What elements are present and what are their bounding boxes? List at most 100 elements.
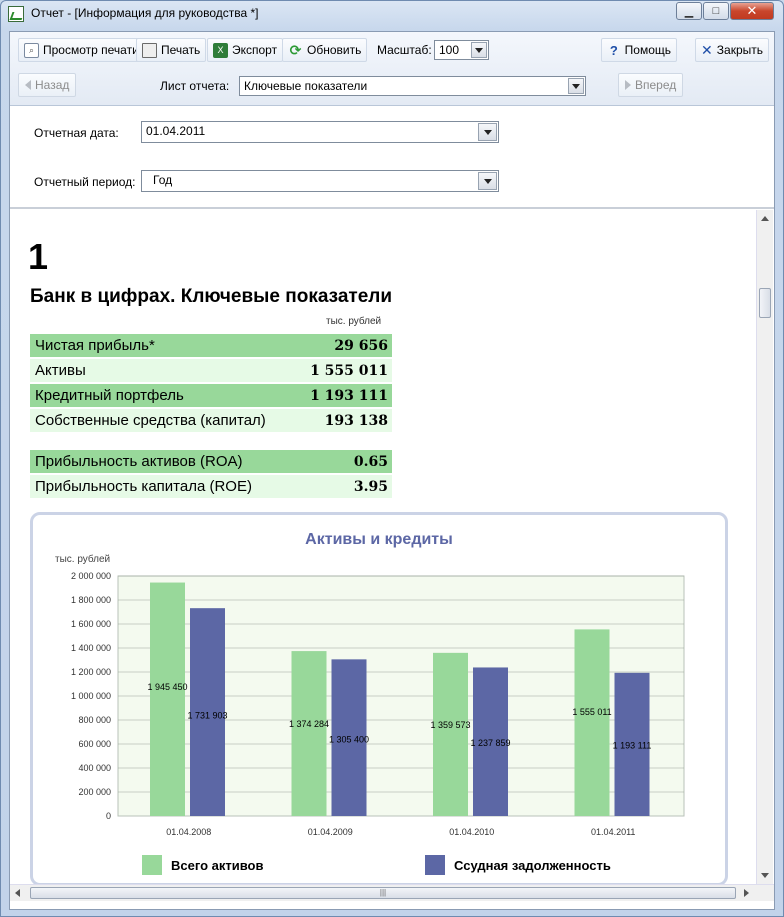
back-label: Назад xyxy=(35,78,70,92)
y-tick-label: 400 000 xyxy=(78,763,111,773)
kpi-value: 1 193 111 xyxy=(310,387,388,404)
bar xyxy=(433,652,468,816)
help-label: Помощь xyxy=(624,43,671,57)
chart-title: Активы и кредиты xyxy=(305,531,453,548)
kpi-label: Активы xyxy=(35,362,86,379)
refresh-icon: ⟳ xyxy=(289,41,302,58)
data-label: 1 193 111 xyxy=(613,741,652,751)
report-date-value: 01.04.2011 xyxy=(146,124,206,138)
kpi-label: Собственные средства (капитал) xyxy=(35,412,266,429)
parameters-panel: Отчетная дата: 01.04.2011 Отчетный перио… xyxy=(10,107,774,209)
sheet-select[interactable]: Ключевые показатели xyxy=(239,76,586,96)
chevron-down-icon[interactable] xyxy=(478,172,497,190)
close-report-button[interactable]: ✕ Закрыть xyxy=(695,38,769,62)
close-report-label: Закрыть xyxy=(716,43,763,57)
y-tick-label: 1 200 000 xyxy=(71,667,111,677)
client-area: ⌕ Просмотр печати Печать X Экспорт ⟳ Обн… xyxy=(9,31,775,910)
y-tick-label: 1 800 000 xyxy=(71,595,111,605)
horizontal-scroll-thumb[interactable]: ||| xyxy=(30,887,736,899)
y-tick-label: 0 xyxy=(106,811,111,821)
data-label: 1 374 284 xyxy=(289,719,329,729)
vertical-scroll-thumb[interactable] xyxy=(759,288,771,318)
back-button[interactable]: Назад xyxy=(18,73,77,97)
maximize-icon: □ xyxy=(712,5,720,17)
y-tick-label: 2 000 000 xyxy=(71,571,111,581)
vertical-scrollbar[interactable] xyxy=(756,210,773,884)
report-period-select[interactable]: Год xyxy=(141,170,499,192)
unit-label: тыс. рублей xyxy=(326,316,382,327)
data-label: 1 945 450 xyxy=(147,682,187,692)
scale-value: 100 xyxy=(439,43,460,57)
title-bar[interactable]: Отчет - [Информация для руководства *] ▁… xyxy=(1,1,783,27)
chart-panel: Активы и кредиты тыс. рублей 0 200 000 400 0… xyxy=(30,512,728,884)
kpi-row: Кредитный портфель 1 193 111 xyxy=(30,384,392,407)
y-tick-label: 1 000 000 xyxy=(71,691,111,701)
x-tick-label: 01.04.2009 xyxy=(308,827,353,837)
report-date-select[interactable]: 01.04.2011 xyxy=(141,121,499,143)
refresh-button[interactable]: ⟳ Обновить xyxy=(282,38,368,62)
y-tick-label: 200 000 xyxy=(78,787,111,797)
report-window: Отчет - [Информация для руководства *] ▁… xyxy=(0,0,784,917)
maximize-button[interactable]: □ xyxy=(703,2,729,20)
printer-icon xyxy=(142,42,157,58)
kpi-row: Активы 1 555 011 xyxy=(30,359,392,382)
refresh-label: Обновить xyxy=(307,43,362,57)
assets-loans-chart: Активы и кредиты тыс. рублей 0 200 000 400 0… xyxy=(55,531,685,875)
chevron-down-icon[interactable] xyxy=(478,123,497,141)
y-axis-label: тыс. рублей xyxy=(55,553,110,565)
data-label: 1 555 011 xyxy=(572,707,611,717)
chevron-down-icon[interactable] xyxy=(568,78,584,94)
data-label: 1 731 903 xyxy=(187,710,227,720)
ratio-label: Прибыльность капитала (ROE) xyxy=(35,478,252,495)
kpi-row: Чистая прибыль* 29 656 xyxy=(30,334,392,357)
print-label: Печать xyxy=(161,43,201,57)
bar xyxy=(291,651,327,816)
report-date-label: Отчетная дата: xyxy=(34,126,119,140)
sheet-value: Ключевые показатели xyxy=(244,79,368,93)
data-label: 1 237 859 xyxy=(470,738,510,748)
forward-label: Вперед xyxy=(635,78,677,92)
help-button[interactable]: ? Помощь xyxy=(601,38,677,62)
window-close-button[interactable]: ✕ xyxy=(730,2,774,20)
arrow-left-icon xyxy=(25,80,31,90)
ratio-value: 3.95 xyxy=(353,478,388,495)
export-icon: X xyxy=(213,42,228,58)
data-label: 1 305 400 xyxy=(329,734,369,744)
y-tick-label: 800 000 xyxy=(78,715,111,725)
kpi-row: Собственные средства (капитал) 193 138 xyxy=(30,409,392,432)
kpi-value: 29 656 xyxy=(334,337,388,354)
ratio-value: 0.65 xyxy=(353,453,388,470)
horizontal-scrollbar[interactable]: ||| xyxy=(10,884,774,901)
y-tick-label: 1 400 000 xyxy=(71,643,111,653)
report-period-label: Отчетный период: xyxy=(34,175,136,189)
kpi-value: 1 555 011 xyxy=(310,362,388,379)
y-tick-label: 600 000 xyxy=(78,739,111,749)
sheet-label: Лист отчета: xyxy=(160,79,230,93)
minimize-icon: ▁ xyxy=(684,5,694,18)
ratio-row: Прибыльность активов (ROA) 0.65 xyxy=(30,450,392,473)
scale-select[interactable]: 100 xyxy=(434,40,489,60)
forward-button[interactable]: Вперед xyxy=(618,73,684,97)
legend-label-assets: Всего активов xyxy=(171,858,264,873)
report-app-icon xyxy=(8,6,24,22)
scroll-down-icon[interactable] xyxy=(761,873,769,878)
scroll-up-icon[interactable] xyxy=(761,216,769,221)
scroll-left-icon[interactable] xyxy=(15,889,20,897)
window-title: Отчет - [Информация для руководства *] xyxy=(31,6,259,20)
export-button[interactable]: X Экспорт xyxy=(207,38,284,62)
legend-swatch-loans xyxy=(425,855,445,875)
report-heading: Банк в цифрах. Ключевые показатели xyxy=(30,286,393,307)
ratio-label: Прибыльность активов (ROA) xyxy=(35,453,243,470)
print-button[interactable]: Печать xyxy=(136,38,207,62)
minimize-button[interactable]: ▁ xyxy=(676,2,702,20)
print-preview-button[interactable]: ⌕ Просмотр печати xyxy=(18,38,145,62)
x-tick-label: 01.04.2010 xyxy=(449,827,494,837)
print-preview-icon: ⌕ xyxy=(24,42,39,58)
close-x-icon: ✕ xyxy=(701,41,713,58)
scroll-right-icon[interactable] xyxy=(744,889,749,897)
scale-label: Масштаб: xyxy=(377,43,432,57)
chevron-down-icon[interactable] xyxy=(471,42,487,58)
report-period-value: Год xyxy=(153,173,173,187)
legend-swatch-assets xyxy=(142,855,162,875)
report-page: 1 Банк в цифрах. Ключевые показатели тыс… xyxy=(10,210,756,884)
